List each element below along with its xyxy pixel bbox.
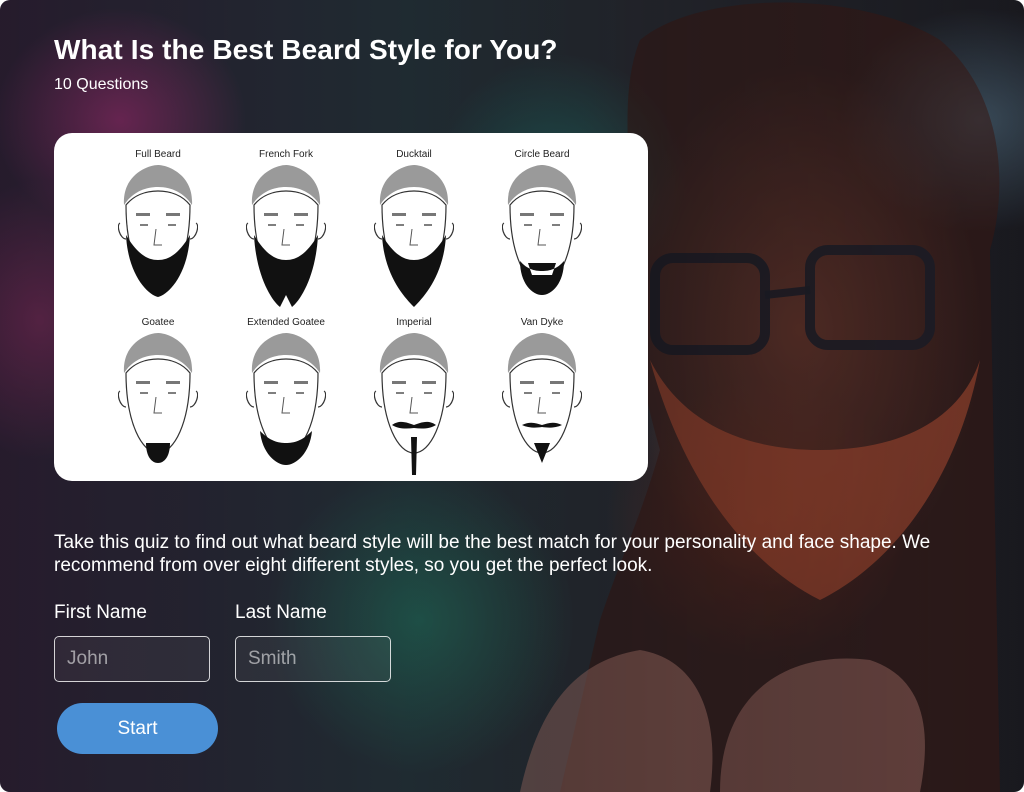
beard-style-label: Van Dyke — [520, 317, 564, 328]
beard-style-item: Imperial — [340, 311, 488, 479]
beard-style-item: Circle Beard — [468, 143, 616, 311]
beard-styles-image: Full Beard French Fork Ducktail Circle Bear… — [54, 133, 648, 481]
quiz-header: What Is the Best Beard Style for You? 10… — [54, 28, 994, 122]
beard-style-label: Imperial — [396, 317, 432, 328]
beard-style-label: French Fork — [259, 149, 313, 160]
beard-style-item: Full Beard — [84, 143, 232, 311]
question-count: 10 Questions — [54, 76, 149, 93]
face-illustration-icon — [502, 333, 582, 463]
beard-style-label: Ducktail — [396, 149, 432, 160]
beard-style-label: Circle Beard — [514, 149, 570, 160]
first-name-label: First Name — [54, 602, 147, 623]
beard-style-label: Full Beard — [135, 149, 181, 160]
last-name-label: Last Name — [235, 602, 327, 623]
face-illustration-icon — [118, 333, 198, 463]
face-illustration-icon — [502, 165, 582, 295]
beard-style-label: Goatee — [141, 317, 175, 328]
start-button[interactable]: Start — [57, 703, 218, 754]
face-illustration-icon — [118, 165, 198, 297]
quiz-description: Take this quiz to find out what beard st… — [54, 532, 931, 576]
last-name-field[interactable] — [235, 636, 391, 682]
face-illustration-icon — [246, 333, 326, 465]
beard-style-item: Extended Goatee — [212, 311, 360, 479]
beard-style-label: Extended Goatee — [247, 317, 325, 328]
beard-style-item: French Fork — [212, 143, 360, 311]
beard-style-item: Ducktail — [340, 143, 488, 311]
first-name-field[interactable] — [54, 636, 210, 682]
quiz-intro-screen: What Is the Best Beard Style for You? 10… — [0, 0, 1024, 792]
quiz-title: What Is the Best Beard Style for You? — [54, 34, 558, 65]
face-illustration-icon — [374, 165, 454, 307]
face-illustration-icon — [374, 333, 454, 475]
beard-style-item: Van Dyke — [468, 311, 616, 479]
face-illustration-icon — [246, 165, 326, 307]
beard-style-item: Goatee — [84, 311, 232, 479]
